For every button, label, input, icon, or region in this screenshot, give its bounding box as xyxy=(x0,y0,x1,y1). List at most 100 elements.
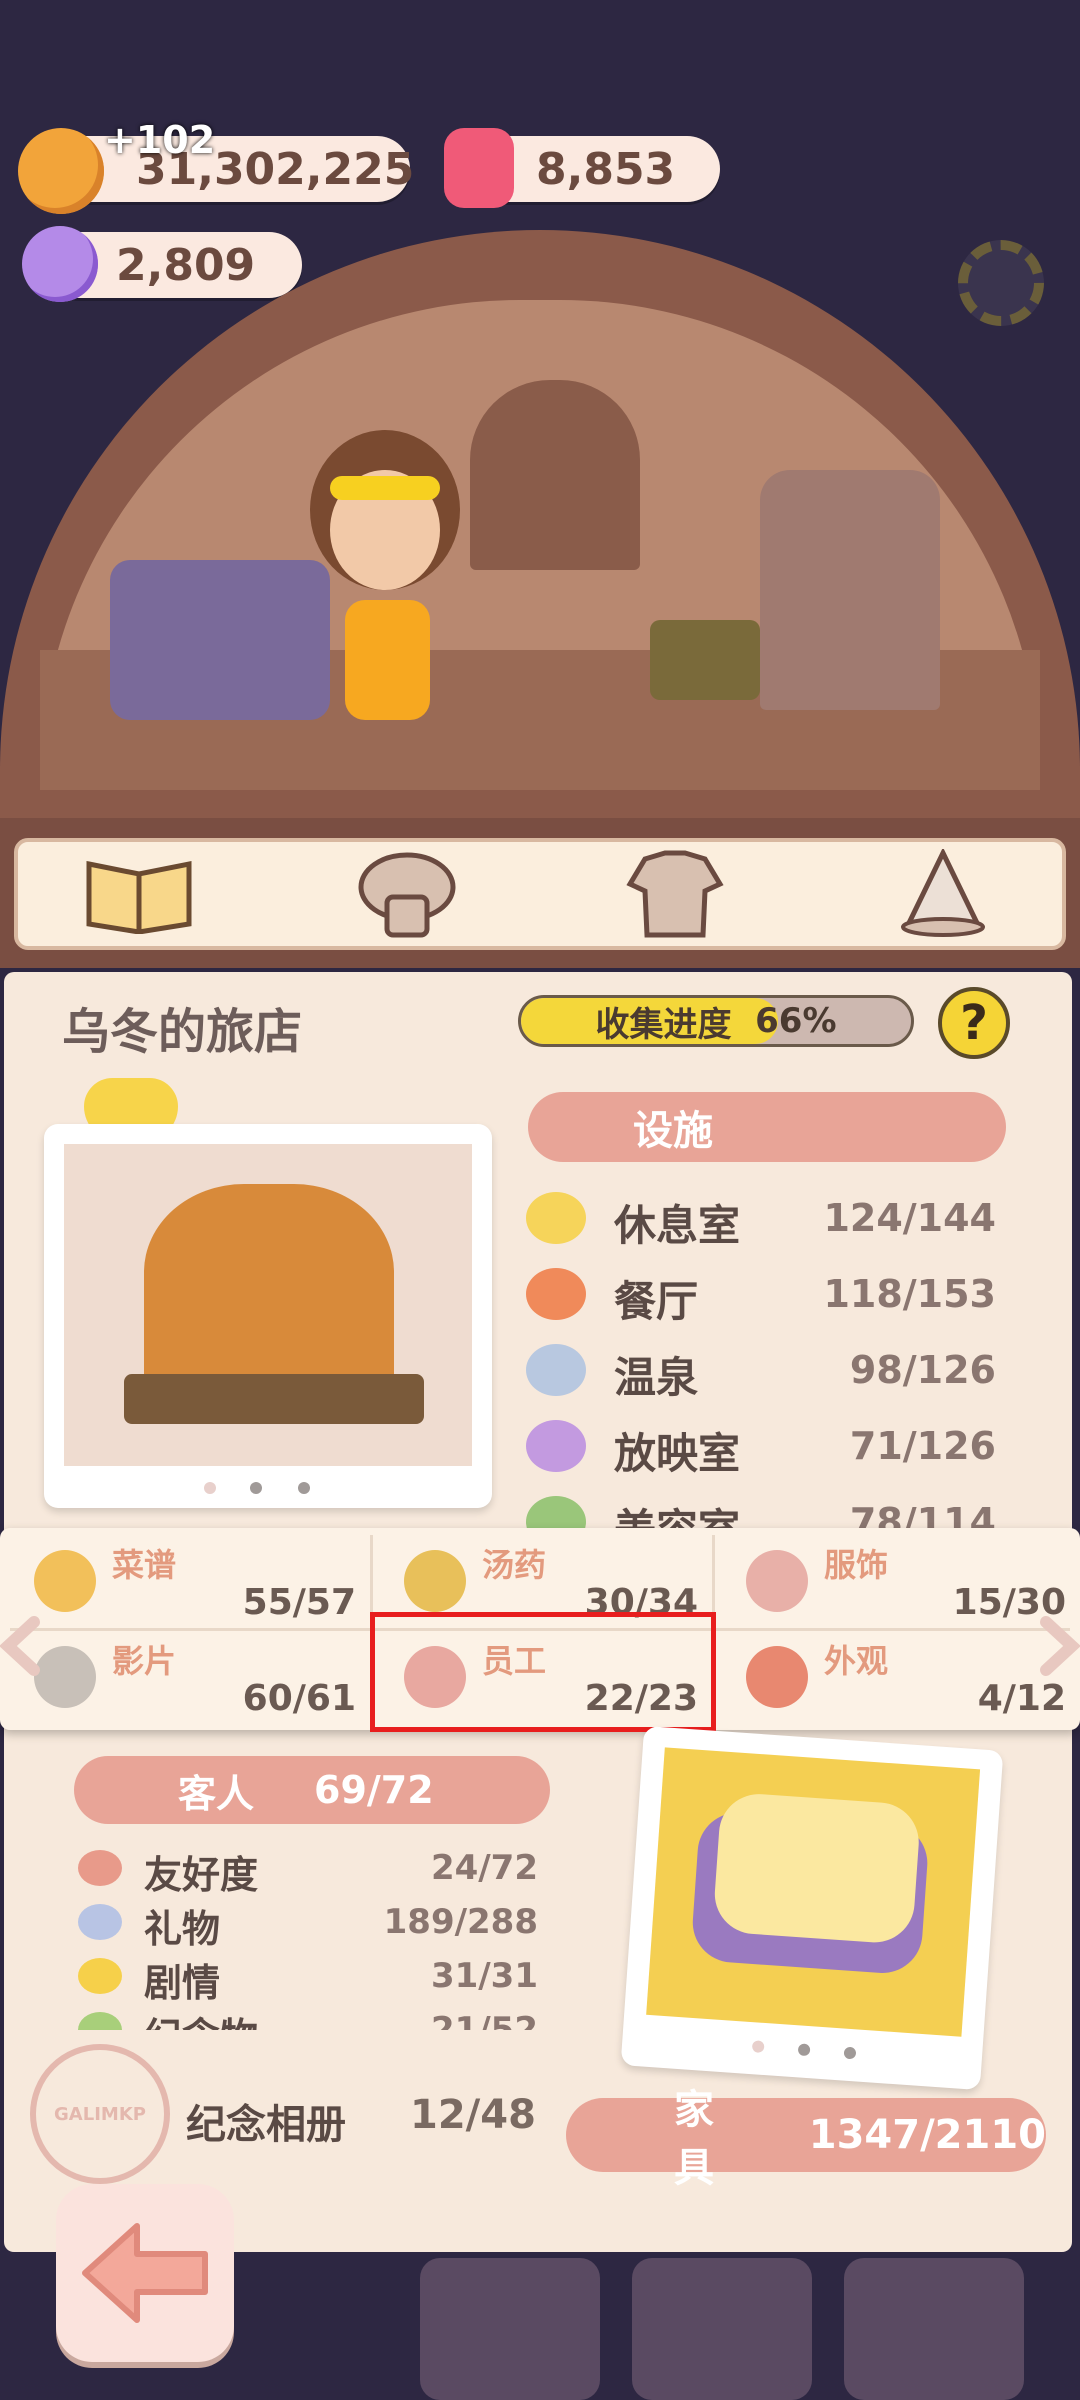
facility-icon xyxy=(526,1420,586,1472)
category-value: 4/12 xyxy=(977,1678,1066,1719)
bottom-slot[interactable] xyxy=(632,2258,812,2400)
album-value: 12/48 xyxy=(410,2092,536,2138)
tab-book[interactable] xyxy=(84,848,194,940)
prev-arrow[interactable] xyxy=(0,1616,40,1680)
category-cell[interactable]: 影片 60/61 xyxy=(0,1626,370,1722)
furniture-photo-card[interactable] xyxy=(620,1725,1004,2091)
chair-display-image xyxy=(646,1747,981,2037)
back-button[interactable] xyxy=(56,2184,234,2362)
bed xyxy=(110,560,330,720)
guests-header: 客人 69/72 xyxy=(74,1756,550,1824)
page-dot xyxy=(250,1482,262,1494)
page-dot xyxy=(843,2046,857,2060)
facility-icon xyxy=(526,1344,586,1396)
guest-icon xyxy=(78,1850,122,1886)
hat-icon xyxy=(901,849,985,937)
guest-label: 礼物 xyxy=(144,1907,221,1948)
category-cell[interactable]: 服饰 15/30 xyxy=(712,1530,1080,1626)
page-dot xyxy=(298,1482,310,1494)
guests-header-value: 69/72 xyxy=(314,1768,434,1812)
next-arrow[interactable] xyxy=(1040,1616,1080,1680)
coin-delta: +102 xyxy=(104,118,216,162)
album-label[interactable]: 纪念相册 xyxy=(186,2092,346,2150)
stamp-text: GALIMKP xyxy=(54,2103,146,2125)
tab-clothes[interactable] xyxy=(620,848,730,940)
character-udon[interactable] xyxy=(300,430,470,760)
book-icon xyxy=(86,860,192,934)
shirt-icon xyxy=(626,850,724,938)
facility-row[interactable]: 休息室 124/144 xyxy=(526,1186,996,1250)
category-cell[interactable]: 菜谱 55/57 xyxy=(0,1530,370,1626)
mask-display-image xyxy=(64,1144,472,1466)
facilities-header-label: 设施 xyxy=(633,1108,713,1154)
category-label: 外观 xyxy=(824,1642,889,1680)
furniture-label: 家具 xyxy=(674,2087,714,2191)
facility-icon xyxy=(526,1192,586,1244)
tab-hotel[interactable] xyxy=(352,848,462,940)
candy-icon xyxy=(22,226,98,302)
category-value: 60/61 xyxy=(242,1678,356,1719)
facility-row[interactable]: 放映室 71/126 xyxy=(526,1414,996,1478)
page-dot xyxy=(204,1482,216,1494)
category-icon xyxy=(746,1550,808,1612)
category-label: 汤药 xyxy=(482,1546,547,1584)
guests-header-label: 客人 xyxy=(178,1771,255,1816)
candy-amount: 2,809 xyxy=(116,239,256,291)
facility-icon xyxy=(526,1268,586,1320)
help-icon: ? xyxy=(960,995,988,1051)
guest-row[interactable]: 纪念物 21/52 xyxy=(78,2004,542,2030)
category-icon xyxy=(404,1550,466,1612)
facility-value: 98/126 xyxy=(849,1348,996,1392)
facility-row[interactable]: 温泉 98/126 xyxy=(526,1338,996,1402)
furniture-value: 1347/2110 xyxy=(808,2112,1046,2158)
candle-icon xyxy=(444,128,514,208)
facility-label: 放映室 xyxy=(614,1429,741,1478)
arrow-left-icon xyxy=(82,2223,208,2323)
wardrobe xyxy=(760,470,940,710)
guest-value: 21/52 xyxy=(430,2010,538,2030)
guest-value: 24/72 xyxy=(430,1848,538,1888)
help-button[interactable]: ? xyxy=(938,987,1010,1059)
facility-value: 71/126 xyxy=(849,1424,996,1468)
category-cell[interactable]: 外观 4/12 xyxy=(712,1626,1080,1722)
facility-photo-card[interactable] xyxy=(44,1124,492,1508)
category-value: 55/57 xyxy=(242,1582,356,1623)
progress-label: 收集进度 66% xyxy=(518,995,914,1047)
guest-value: 189/288 xyxy=(383,1902,538,1942)
selected-highlight xyxy=(370,1612,716,1732)
guest-icon xyxy=(78,2012,122,2030)
category-label: 影片 xyxy=(112,1642,177,1680)
facility-value: 118/153 xyxy=(823,1272,996,1316)
facilities-header: 设施 xyxy=(528,1092,1006,1162)
guest-row[interactable]: 剧情 31/31 xyxy=(78,1950,542,2002)
category-label: 服饰 xyxy=(824,1546,889,1584)
bottom-slot[interactable] xyxy=(420,2258,600,2400)
guest-label: 剧情 xyxy=(144,1961,221,2002)
candle-amount: 8,853 xyxy=(536,143,676,195)
facility-row[interactable]: 餐厅 118/153 xyxy=(526,1262,996,1326)
guest-row[interactable]: 友好度 24/72 xyxy=(78,1842,542,1894)
guest-icon xyxy=(78,1958,122,1994)
category-icon xyxy=(746,1646,808,1708)
postmark-stamp-icon: GALIMKP xyxy=(30,2044,170,2184)
facility-label: 温泉 xyxy=(614,1353,699,1402)
category-label: 菜谱 xyxy=(112,1546,177,1584)
guest-label: 友好度 xyxy=(144,1853,259,1894)
guest-value: 31/31 xyxy=(430,1956,538,1996)
guest-row[interactable]: 礼物 189/288 xyxy=(78,1896,542,1948)
hotel-title: 乌冬的旅店 xyxy=(62,1004,303,1060)
chevron-right-icon xyxy=(1040,1616,1080,1676)
facility-value: 124/144 xyxy=(823,1196,996,1240)
progress-text: 收集进度 xyxy=(595,1004,732,1045)
furniture-header[interactable]: 家具 1347/2110 xyxy=(566,2087,1046,2191)
category-icon xyxy=(34,1550,96,1612)
window xyxy=(470,380,640,570)
settings-gear-icon[interactable] xyxy=(958,240,1044,326)
facility-label: 休息室 xyxy=(614,1201,741,1250)
cookie-coin-icon xyxy=(18,128,104,214)
bottom-slot[interactable] xyxy=(844,2258,1024,2400)
tab-hat[interactable] xyxy=(888,848,998,940)
chevron-left-icon xyxy=(0,1616,40,1676)
treasure-chest xyxy=(650,620,760,700)
page-dot xyxy=(797,2043,811,2057)
